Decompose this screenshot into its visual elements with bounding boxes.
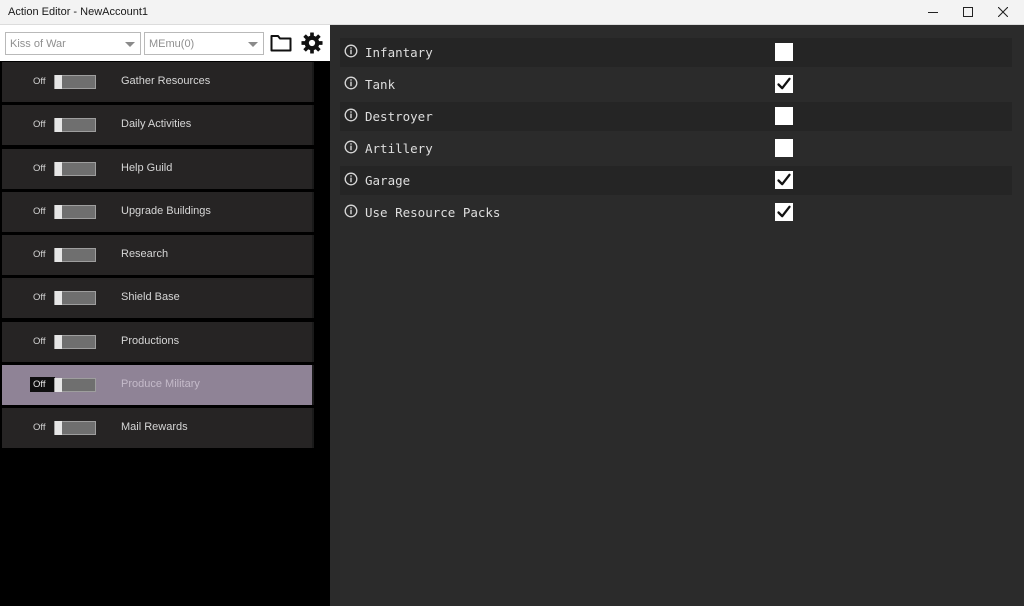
enable-toggle[interactable] [54,334,96,349]
option-label: Destroyer [365,109,433,124]
toggle-knob [55,248,62,263]
toggle-knob [55,334,62,349]
info-icon[interactable] [344,172,358,186]
option-checkbox[interactable] [775,43,793,61]
toggle-state-label: Off [33,249,46,261]
maximize-icon [963,7,973,17]
option-infantary: Infantary [340,38,1012,67]
toggle-knob [55,161,62,176]
chevron-down-icon [125,42,135,47]
actions-list: Off Gather Resources Off Daily Activitie… [2,62,314,452]
toggle-knob [55,118,62,133]
toggle-knob [55,291,62,306]
option-checkbox[interactable] [775,203,793,221]
window-title: Action Editor - NewAccount1 [8,6,149,18]
action-produce-military[interactable]: Off Produce Military [2,365,314,406]
action-label: Productions [121,334,180,347]
toggle-state-label: Off [33,292,46,304]
action-productions[interactable]: Off Productions [2,321,314,362]
game-select-value: Kiss of War [10,38,66,50]
option-garage: Garage [340,166,1012,195]
toggle-knob [55,378,62,393]
enable-toggle[interactable] [54,75,96,89]
info-icon[interactable] [344,108,358,122]
option-label: Tank [365,77,396,92]
folder-icon[interactable] [270,33,292,52]
option-checkbox[interactable] [775,107,793,125]
chevron-down-icon [248,42,258,47]
toggle-state-label: Off [33,162,46,174]
enable-toggle[interactable] [54,161,96,176]
action-label: Mail Rewards [121,421,188,434]
enable-toggle[interactable] [54,378,96,393]
action-label: Daily Activities [121,118,192,131]
enable-toggle[interactable] [54,421,96,436]
option-checkbox[interactable] [775,171,793,189]
enable-toggle[interactable] [54,118,96,133]
toggle-knob [55,75,62,89]
action-label: Shield Base [121,291,180,304]
toggle-state-label: Off [33,422,46,434]
info-icon[interactable] [344,76,358,90]
minimize-icon [928,12,938,13]
action-label: Upgrade Buildings [121,204,211,217]
options-panel: Infantary Tank Destroyer Artillery Garag… [330,25,1024,606]
enable-toggle[interactable] [54,248,96,263]
toggle-state-label: Off [30,377,55,393]
toggle-knob [55,204,62,219]
toggle-knob [55,421,62,436]
option-checkbox[interactable] [775,139,793,157]
enable-toggle[interactable] [54,204,96,219]
checkmark-icon [777,205,791,218]
close-icon [998,7,1008,17]
option-destroyer: Destroyer [340,102,1012,131]
action-shield-base[interactable]: Off Shield Base [2,278,314,319]
action-help-guild[interactable]: Off Help Guild [2,148,314,189]
toolbar: Kiss of War MEmu(0) [0,25,330,61]
action-label: Research [121,248,169,261]
action-research[interactable]: Off Research [2,235,314,276]
checkmark-icon [777,77,791,90]
option-use-resource-packs: Use Resource Packs [340,198,1012,227]
toggle-state-label: Off [33,205,46,217]
game-select[interactable]: Kiss of War [5,32,141,55]
close-button[interactable] [986,0,1020,25]
option-label: Use Resource Packs [365,205,501,220]
option-tank: Tank [340,70,1012,99]
option-label: Artillery [365,141,433,156]
action-label: Gather Resources [121,75,211,87]
checkmark-icon [777,173,791,186]
emulator-select-value: MEmu(0) [149,38,195,50]
enable-toggle[interactable] [54,291,96,306]
action-upgrade-buildings[interactable]: Off Upgrade Buildings [2,191,314,232]
action-label: Produce Military [121,378,200,391]
emulator-select[interactable]: MEmu(0) [144,32,264,55]
info-icon[interactable] [344,204,358,218]
option-label: Infantary [365,45,433,60]
toggle-state-label: Off [33,76,46,87]
action-daily-activities[interactable]: Off Daily Activities [2,105,314,146]
toggle-state-label: Off [33,119,46,131]
maximize-button[interactable] [951,0,985,25]
option-label: Garage [365,173,411,188]
action-mail-rewards[interactable]: Off Mail Rewards [2,408,314,449]
toggle-state-label: Off [33,335,46,347]
gear-icon[interactable] [301,32,323,54]
minimize-button[interactable] [916,0,950,25]
title-bar: Action Editor - NewAccount1 [0,0,1024,25]
option-artillery: Artillery [340,134,1012,163]
info-icon[interactable] [344,44,358,58]
info-icon[interactable] [344,140,358,154]
option-checkbox[interactable] [775,75,793,93]
action-label: Help Guild [121,161,173,174]
actions-panel: Kiss of War MEmu(0) Off Gather Resources… [0,25,330,606]
action-gather-resources[interactable]: Off Gather Resources [2,62,314,102]
